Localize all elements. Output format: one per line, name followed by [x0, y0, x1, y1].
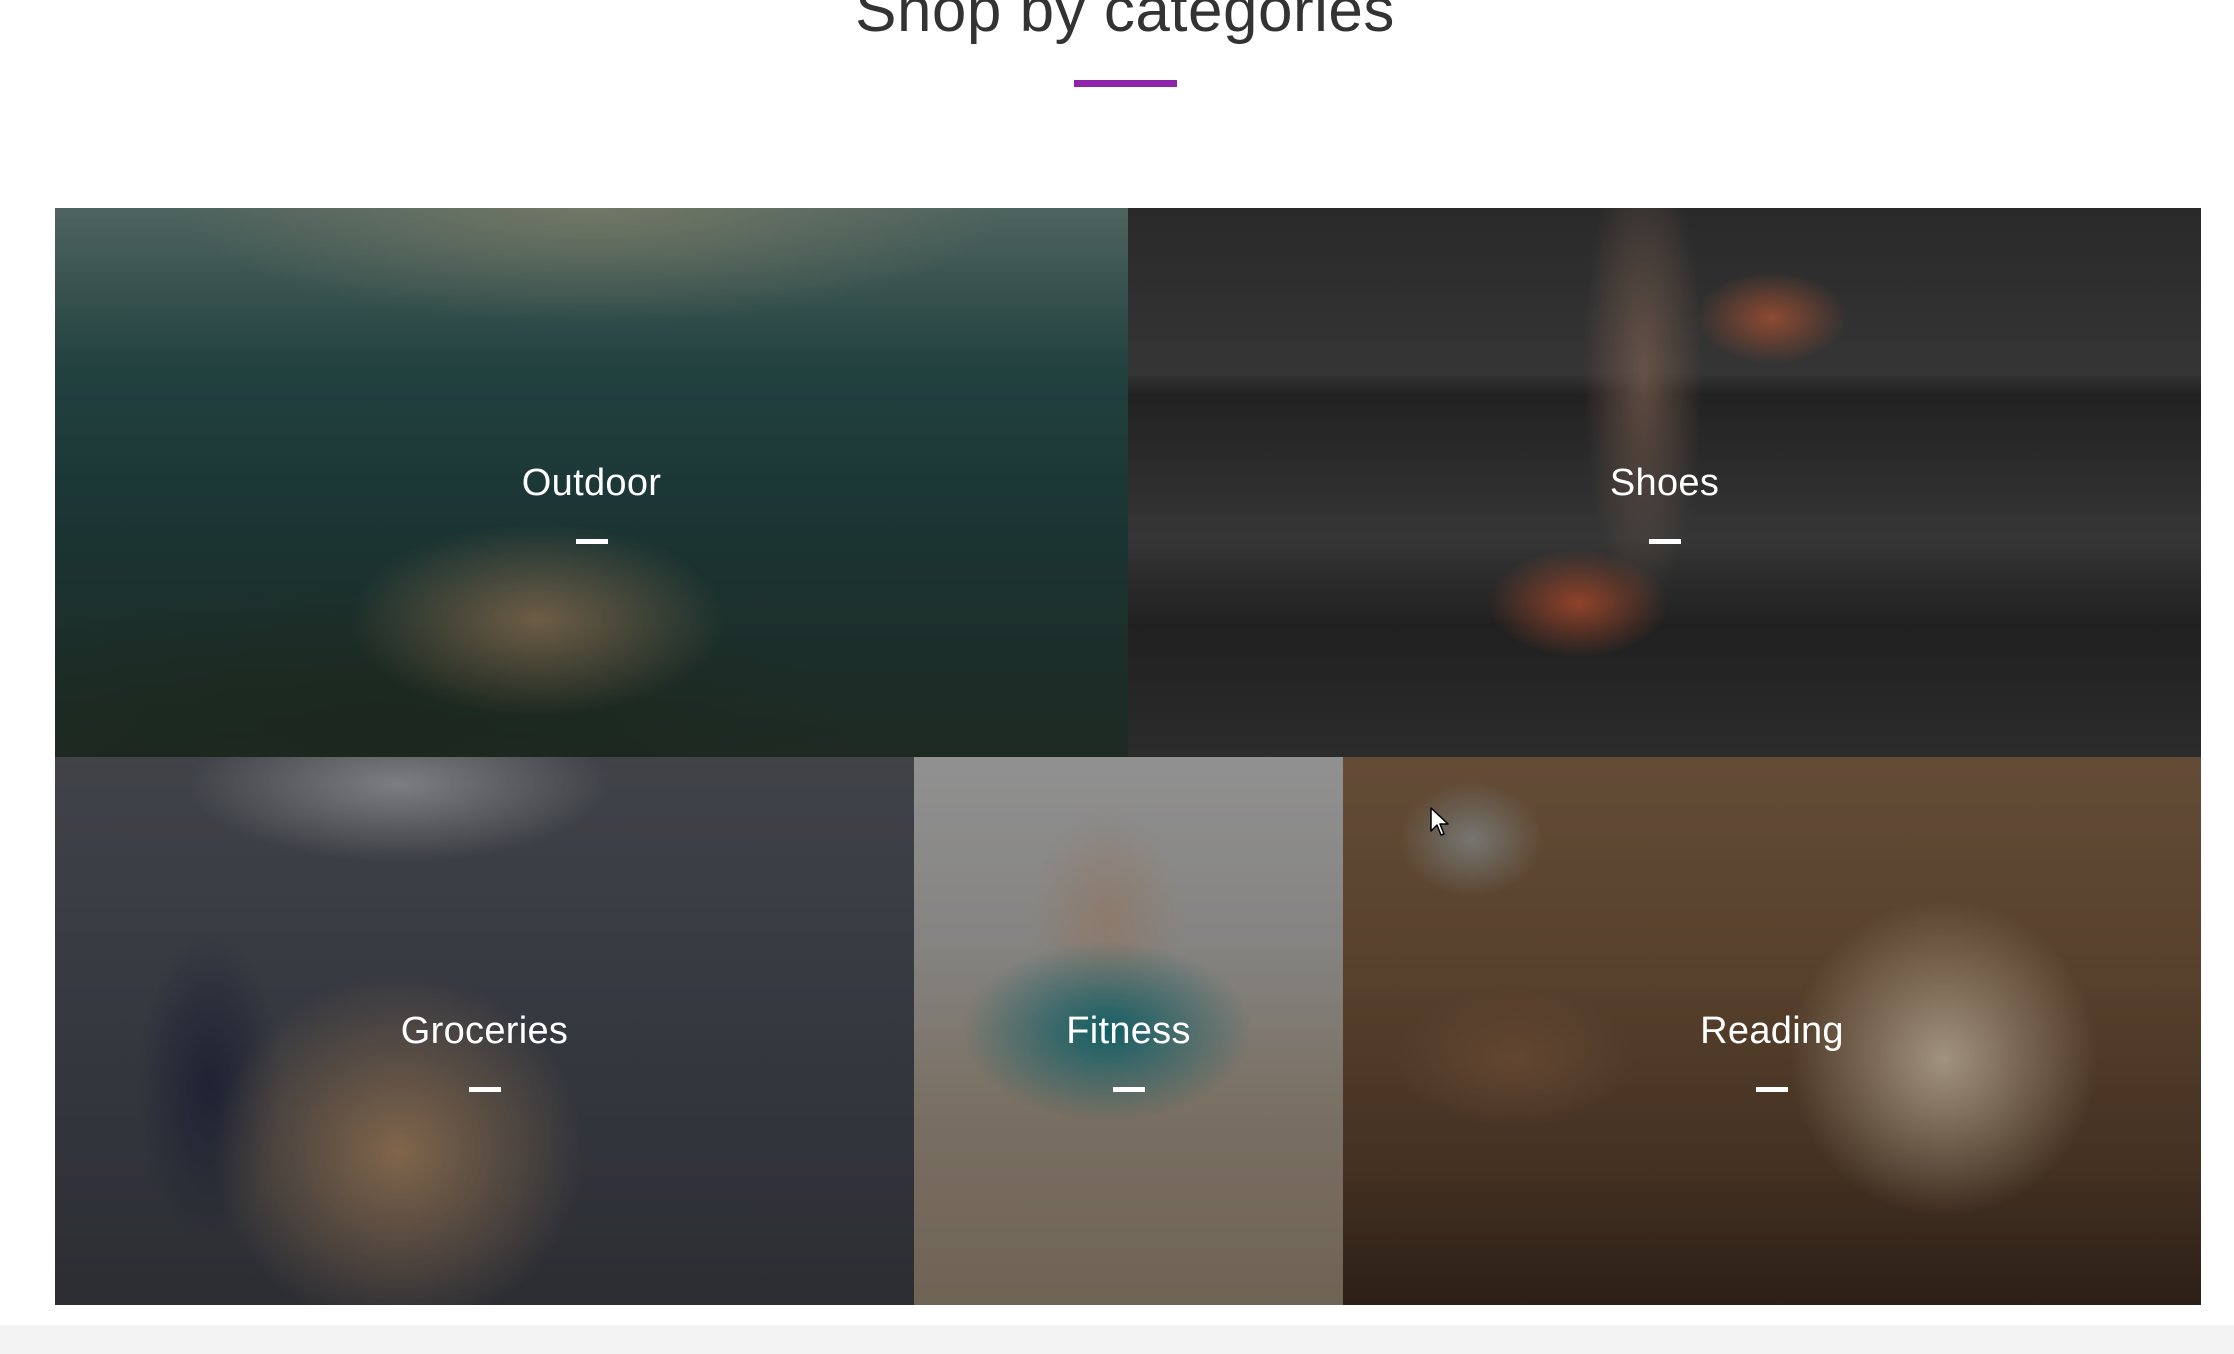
category-label-fitness: Fitness	[1066, 1010, 1191, 1052]
section-title: Shop by categories	[855, 0, 1395, 45]
category-label-shoes: Shoes	[1609, 462, 1720, 504]
category-tile-groceries[interactable]: Groceries	[55, 757, 914, 1305]
category-label-reading: Reading	[1700, 1010, 1844, 1052]
dash-icon	[575, 539, 608, 544]
category-label-outdoor: Outdoor	[521, 462, 662, 504]
page: Shop by categories Outdoor Shoes Groceri…	[0, 0, 2234, 1354]
category-tile-outdoor[interactable]: Outdoor	[55, 208, 1128, 757]
mouse-pointer-icon	[1430, 807, 1449, 836]
footer-strip	[0, 1325, 2234, 1354]
category-tile-shoes[interactable]: Shoes	[1128, 208, 2201, 757]
dash-icon	[1756, 1087, 1788, 1092]
dash-icon	[1112, 1087, 1145, 1092]
category-label-groceries: Groceries	[400, 1010, 569, 1052]
dash-icon	[468, 1087, 501, 1092]
category-tile-fitness[interactable]: Fitness	[914, 757, 1343, 1305]
category-tile-reading[interactable]: Reading	[1343, 757, 2201, 1305]
dash-icon	[1648, 539, 1681, 544]
title-underline	[1074, 80, 1177, 87]
